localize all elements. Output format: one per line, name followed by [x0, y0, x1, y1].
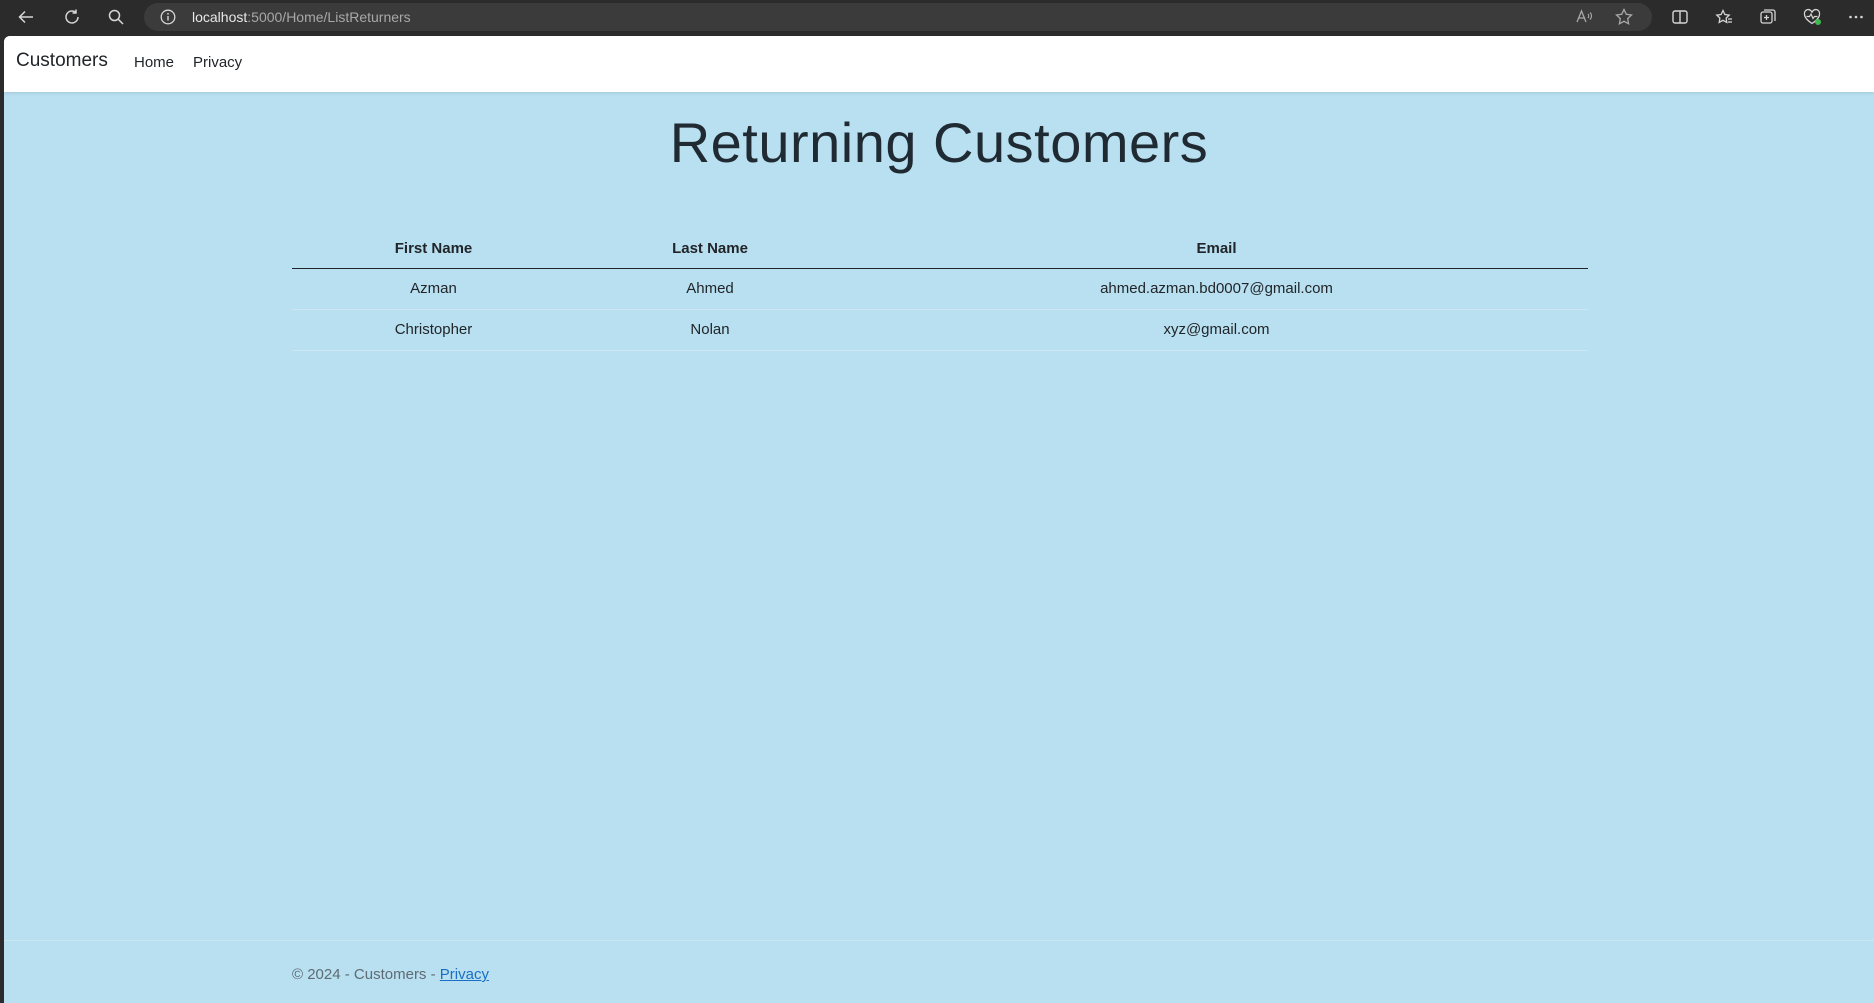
- favorite-star-icon[interactable]: [1614, 7, 1634, 27]
- column-header-last-name: Last Name: [575, 230, 845, 269]
- collections-icon[interactable]: [1756, 5, 1780, 29]
- refresh-icon[interactable]: [60, 5, 84, 29]
- table-header-row: First Name Last Name Email: [292, 230, 1588, 269]
- column-header-first-name: First Name: [292, 230, 575, 269]
- read-aloud-icon[interactable]: [1574, 7, 1594, 27]
- navbar-brand[interactable]: Customers: [16, 50, 108, 72]
- cell-email: xyz@gmail.com: [845, 309, 1588, 351]
- split-screen-icon[interactable]: [1668, 5, 1692, 29]
- cell-first-name: Azman: [292, 268, 575, 310]
- url-host: localhost: [192, 9, 248, 25]
- browser-essentials-icon[interactable]: [1800, 5, 1824, 29]
- table-row: Azman Ahmed ahmed.azman.bd0007@gmail.com: [292, 268, 1588, 310]
- browser-toolbar: localhost:5000/Home/ListReturners: [0, 0, 1874, 34]
- footer-text: © 2024 - Customers - Privacy: [292, 966, 489, 983]
- table-row: Christopher Nolan xyz@gmail.com: [292, 309, 1588, 351]
- column-header-email: Email: [845, 230, 1588, 269]
- nav-link-home[interactable]: Home: [134, 54, 174, 71]
- cell-last-name: Nolan: [575, 309, 845, 351]
- url-path: :5000/Home/ListReturners: [247, 9, 411, 25]
- cell-email: ahmed.azman.bd0007@gmail.com: [845, 268, 1588, 310]
- footer-privacy-link[interactable]: Privacy: [440, 966, 489, 983]
- cell-last-name: Ahmed: [575, 268, 845, 310]
- footer-copyright: © 2024 - Customers -: [292, 966, 440, 983]
- back-icon[interactable]: [14, 5, 38, 29]
- page-viewport: Customers Home Privacy Returning Custome…: [4, 36, 1874, 1003]
- search-icon[interactable]: [104, 5, 128, 29]
- favorites-icon[interactable]: [1712, 5, 1736, 29]
- navbar: Customers Home Privacy: [4, 36, 1874, 92]
- page-title: Returning Customers: [669, 111, 1209, 174]
- footer: © 2024 - Customers - Privacy: [4, 940, 1874, 1003]
- customers-table: First Name Last Name Email Azman Ahmed a…: [292, 230, 1588, 351]
- info-icon[interactable]: [160, 9, 176, 25]
- url-text: localhost:5000/Home/ListReturners: [192, 3, 411, 31]
- cell-first-name: Christopher: [292, 309, 575, 351]
- more-icon[interactable]: [1844, 5, 1868, 29]
- nav-link-privacy[interactable]: Privacy: [193, 54, 242, 71]
- address-bar[interactable]: localhost:5000/Home/ListReturners: [144, 3, 1652, 31]
